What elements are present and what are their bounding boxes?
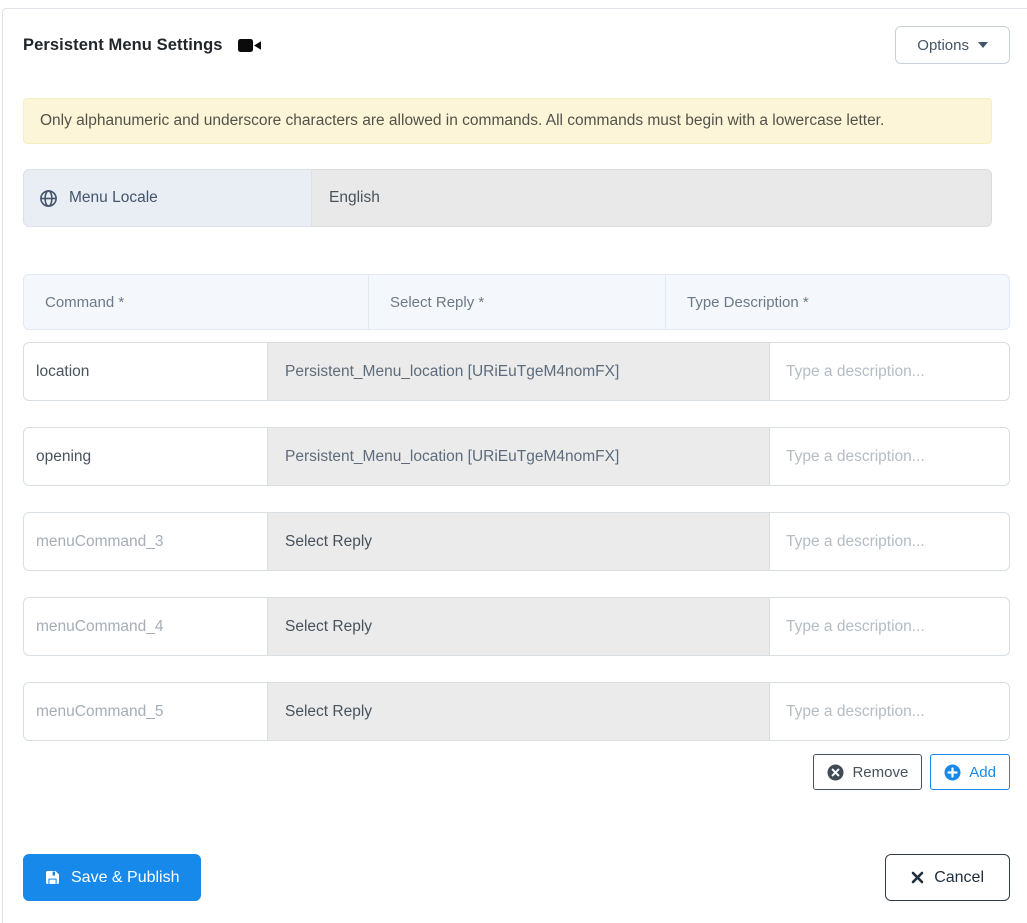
command-rows: Persistent_Menu_location [URiEuTgeM4nomF…	[23, 342, 1010, 741]
menu-locale-value-text: English	[329, 189, 380, 206]
select-reply-button[interactable]: Select Reply	[268, 597, 769, 656]
menu-locale-label: Menu Locale	[23, 169, 312, 227]
remove-button-label: Remove	[852, 763, 909, 781]
cancel-button[interactable]: Cancel	[885, 854, 1010, 901]
command-input[interactable]	[23, 342, 268, 401]
x-circle-icon	[827, 764, 844, 781]
description-input[interactable]	[769, 512, 1010, 571]
description-input[interactable]	[769, 682, 1010, 741]
command-rules-alert: Only alphanumeric and underscore charact…	[23, 98, 992, 144]
menu-locale-label-text: Menu Locale	[69, 189, 158, 206]
options-button[interactable]: Options	[895, 26, 1010, 64]
menu-locale-value: English	[312, 169, 992, 227]
command-input[interactable]	[23, 597, 268, 656]
menu-locale-group: Menu Locale English	[23, 169, 992, 227]
select-reply-button[interactable]: Select Reply	[268, 512, 769, 571]
row-actions: Remove Add	[23, 754, 1010, 790]
table-row: Select Reply	[23, 682, 1010, 741]
select-reply-value: Persistent_Menu_location [URiEuTgeM4nomF…	[285, 447, 620, 465]
floppy-disk-icon	[44, 869, 61, 886]
video-camera-icon	[237, 38, 262, 53]
select-reply-value: Select Reply	[285, 617, 373, 635]
caret-down-icon	[978, 42, 988, 48]
alert-text: Only alphanumeric and underscore charact…	[40, 112, 885, 129]
column-header-type-description: Type Description *	[666, 274, 1010, 330]
table-row: Persistent_Menu_location [URiEuTgeM4nomF…	[23, 427, 1010, 486]
description-input[interactable]	[769, 597, 1010, 656]
column-header-select-reply: Select Reply *	[369, 274, 666, 330]
description-input[interactable]	[769, 342, 1010, 401]
command-input[interactable]	[23, 682, 268, 741]
description-input[interactable]	[769, 427, 1010, 486]
plus-circle-icon	[944, 764, 961, 781]
command-input[interactable]	[23, 427, 268, 486]
table-row: Persistent_Menu_location [URiEuTgeM4nomF…	[23, 342, 1010, 401]
save-publish-label: Save & Publish	[71, 868, 180, 886]
card-footer: Save & Publish Cancel	[23, 854, 1010, 901]
select-reply-button[interactable]: Persistent_Menu_location [URiEuTgeM4nomF…	[268, 342, 769, 401]
command-input[interactable]	[23, 512, 268, 571]
select-reply-button[interactable]: Select Reply	[268, 682, 769, 741]
card-header: Persistent Menu Settings Options	[23, 26, 1010, 64]
x-mark-icon	[911, 871, 924, 884]
select-reply-value: Select Reply	[285, 532, 373, 550]
table-row: Select Reply	[23, 512, 1010, 571]
save-publish-button[interactable]: Save & Publish	[23, 854, 201, 901]
remove-row-button[interactable]: Remove	[813, 754, 923, 790]
add-row-button[interactable]: Add	[930, 754, 1010, 790]
persistent-menu-card: Persistent Menu Settings Options Only al…	[2, 8, 1027, 923]
select-reply-button[interactable]: Persistent_Menu_location [URiEuTgeM4nomF…	[268, 427, 769, 486]
table-header: Command * Select Reply * Type Descriptio…	[23, 274, 1010, 330]
select-reply-value: Persistent_Menu_location [URiEuTgeM4nomF…	[285, 362, 620, 380]
table-row: Select Reply	[23, 597, 1010, 656]
options-button-label: Options	[917, 36, 969, 54]
add-button-label: Add	[969, 763, 996, 781]
page-title: Persistent Menu Settings	[23, 35, 223, 54]
cancel-button-label: Cancel	[934, 868, 984, 886]
globe-icon	[39, 189, 58, 208]
select-reply-value: Select Reply	[285, 702, 373, 720]
column-header-command: Command *	[23, 274, 369, 330]
